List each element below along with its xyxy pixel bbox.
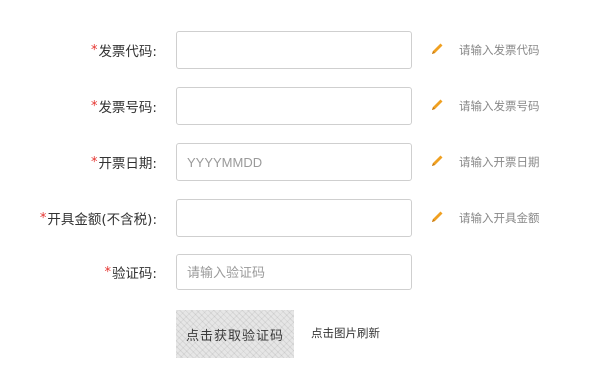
issue-date-hint: 请输入开票日期	[459, 155, 540, 169]
issue-date-label-text: 开票日期:	[98, 156, 157, 172]
captcha-refresh-tip: 点击图片刷新	[311, 326, 380, 340]
required-mark: *	[39, 210, 47, 226]
amount-ex-tax-label-text: 开具金额(不含税):	[47, 212, 157, 228]
required-mark: *	[90, 154, 98, 170]
form-row-invoice-code: * 发票代码: 请输入发票代码	[0, 31, 600, 69]
issue-date-label: * 开票日期:	[91, 143, 157, 181]
issue-date-input[interactable]	[176, 143, 412, 181]
required-mark: *	[90, 42, 98, 58]
captcha-input[interactable]	[176, 254, 412, 290]
required-mark: *	[90, 98, 98, 114]
required-mark: *	[104, 264, 111, 280]
form-row-captcha: * 验证码:	[0, 254, 600, 290]
amount-ex-tax-hint: 请输入开具金额	[459, 211, 540, 225]
invoice-number-label-text: 发票号码:	[98, 100, 157, 116]
pencil-icon	[432, 99, 443, 110]
form-row-invoice-number: * 发票号码: 请输入发票号码	[0, 87, 600, 125]
form-row-amount-ex-tax: * 开具金额(不含税): 请输入开具金额	[0, 199, 600, 237]
pencil-icon	[432, 211, 443, 222]
amount-ex-tax-label: * 开具金额(不含税):	[40, 199, 157, 237]
captcha-image[interactable]: 点击获取验证码	[176, 310, 294, 358]
captcha-label-text: 验证码:	[111, 266, 157, 282]
invoice-number-input[interactable]	[176, 87, 412, 125]
invoice-code-input[interactable]	[176, 31, 412, 69]
invoice-code-hint: 请输入发票代码	[459, 43, 540, 57]
pencil-icon	[432, 155, 443, 166]
invoice-code-label-text: 发票代码:	[98, 44, 157, 60]
captcha-label: * 验证码:	[104, 254, 157, 290]
form-row-issue-date: * 开票日期: 请输入开票日期	[0, 143, 600, 181]
invoice-code-label: * 发票代码:	[91, 31, 157, 69]
pencil-icon	[432, 43, 443, 54]
invoice-number-hint: 请输入发票号码	[459, 99, 540, 113]
invoice-number-label: * 发票号码:	[91, 87, 157, 125]
amount-ex-tax-input[interactable]	[176, 199, 412, 237]
